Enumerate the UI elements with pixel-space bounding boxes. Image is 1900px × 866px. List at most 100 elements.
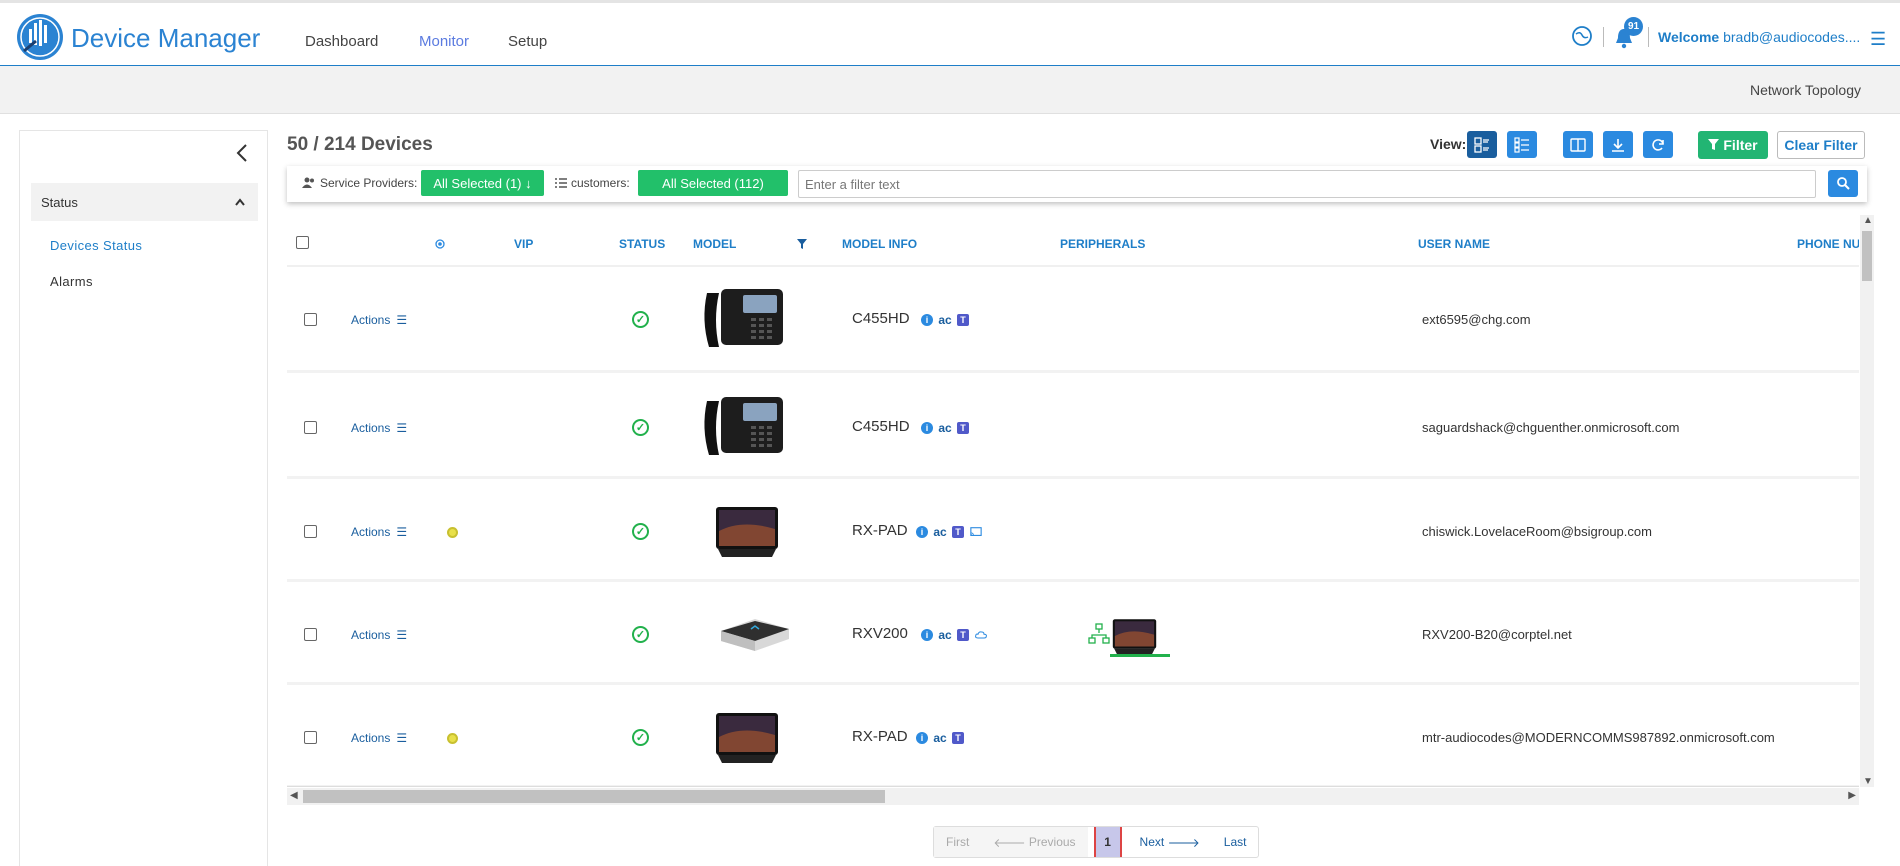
user-name: RXV200-B20@corptel.net <box>1422 627 1572 642</box>
network-topology-title[interactable]: Network Topology <box>1750 82 1861 98</box>
nav-setup[interactable]: Setup <box>508 33 547 50</box>
table-row[interactable]: Actions ☰ ✓ C455HD i ac Text6595@chg.com <box>287 267 1859 373</box>
pagination-page-current[interactable]: 1 <box>1093 827 1122 857</box>
welcome-username: bradb@audiocodes.... <box>1723 29 1861 45</box>
scroll-up-icon[interactable]: ▲ <box>1863 215 1873 226</box>
scroll-left-icon[interactable]: ◀ <box>290 790 298 801</box>
pagination: First 🡐 Previous 1 Next 🡒 Last <box>933 826 1260 858</box>
vertical-scrollbar[interactable]: ▲ ▼ <box>1860 215 1874 787</box>
table-row[interactable]: Actions ☰ ✓ RX-PAD i ac Tmtr-audiocodes@MODERN… <box>287 688 1859 786</box>
info-icon[interactable]: i <box>921 314 933 326</box>
scroll-right-icon[interactable]: ▶ <box>1848 790 1856 801</box>
card-view-icon <box>1474 136 1489 153</box>
info-icon[interactable]: i <box>916 732 928 744</box>
actions-menu[interactable]: Actions ☰ <box>351 313 407 327</box>
actions-menu[interactable]: Actions ☰ <box>351 628 407 642</box>
select-all-checkbox[interactable] <box>296 236 309 249</box>
sidebar-item-devices-status[interactable]: Devices Status <box>50 238 142 253</box>
model-image <box>712 501 782 568</box>
row-checkbox[interactable] <box>304 628 317 641</box>
chevron-left-icon[interactable] <box>235 143 249 163</box>
nav-monitor[interactable]: Monitor <box>419 33 469 50</box>
column-peripherals[interactable]: PERIPHERALS <box>1060 237 1145 251</box>
funnel-icon[interactable] <box>797 239 807 250</box>
download-icon <box>1612 138 1624 152</box>
column-model[interactable]: MODEL <box>693 237 736 251</box>
info-icon[interactable]: i <box>921 629 933 641</box>
arrow-down-icon: ↓ <box>525 175 532 191</box>
column-vip[interactable]: VIP <box>514 237 533 251</box>
view-card-button[interactable] <box>1467 131 1497 158</box>
pagination-next[interactable]: Next 🡒 <box>1128 827 1212 857</box>
model-name: C455HD <box>852 418 910 435</box>
model-info-icons: i ac T <box>921 628 987 642</box>
network-icon[interactable] <box>1088 623 1110 645</box>
table-row[interactable]: Actions ☰ ✓ C455HD i ac Tsaguardshack@chguenth… <box>287 376 1859 479</box>
row-checkbox[interactable] <box>304 525 317 538</box>
sidebar: Status Devices Status Alarms <box>19 130 268 866</box>
search-button[interactable] <box>1828 170 1858 197</box>
filter-text-input[interactable] <box>798 170 1816 198</box>
header-separator <box>1648 27 1649 47</box>
refresh-button[interactable] <box>1643 131 1673 158</box>
actions-label: Actions <box>351 313 391 327</box>
nav-dashboard[interactable]: Dashboard <box>305 33 378 50</box>
audiocodes-icon: ac <box>933 731 947 745</box>
actions-label: Actions <box>351 628 391 642</box>
user-name: chiswick.LovelaceRoom@bsigroup.com <box>1422 524 1652 539</box>
device-count: 50 / 214 Devices <box>287 134 433 155</box>
pagination-last[interactable]: Last <box>1212 827 1259 857</box>
view-list-button[interactable] <box>1507 131 1537 158</box>
globe-icon[interactable] <box>1571 25 1593 47</box>
table-row[interactable]: Actions ☰ ✓ RX-PAD i ac Tchiswick.LovelaceRoom… <box>287 482 1859 582</box>
row-checkbox[interactable] <box>304 421 317 434</box>
row-checkbox[interactable] <box>304 731 317 744</box>
model-info-icons: i ac T <box>916 525 982 539</box>
clear-filter-button[interactable]: Clear Filter <box>1777 131 1865 159</box>
teams-icon: T <box>952 526 964 538</box>
column-status[interactable]: STATUS <box>619 237 665 251</box>
scroll-down-icon[interactable]: ▼ <box>1863 776 1873 787</box>
horizontal-scroll-thumb[interactable] <box>303 790 885 803</box>
hamburger-icon: ☰ <box>396 421 408 435</box>
download-button[interactable] <box>1603 131 1633 158</box>
info-icon[interactable]: i <box>921 422 933 434</box>
status-section-header[interactable]: Status <box>31 183 258 221</box>
peripheral-rx-pad[interactable] <box>1110 615 1180 682</box>
horizontal-scrollbar[interactable]: ◀ ▶ <box>287 788 1859 805</box>
column-model-info[interactable]: MODEL INFO <box>842 237 917 251</box>
service-providers-select[interactable]: All Selected (1) ↓ <box>421 170 544 196</box>
status-ok-icon: ✓ <box>632 419 649 436</box>
model-image <box>699 393 789 468</box>
actions-menu[interactable]: Actions ☰ <box>351 731 407 745</box>
columns-button[interactable] <box>1563 131 1593 158</box>
info-icon[interactable]: i <box>916 526 928 538</box>
model-info-icons: i ac T <box>921 313 969 327</box>
notification-badge: 91 <box>1624 17 1643 36</box>
customers-select[interactable]: All Selected (112) <box>638 170 788 196</box>
teams-icon: T <box>957 629 969 641</box>
hamburger-menu-icon[interactable]: ☰ <box>1870 29 1886 50</box>
vertical-scroll-thumb[interactable] <box>1862 231 1872 281</box>
filter-button[interactable]: Filter <box>1698 131 1768 159</box>
service-providers-value: All Selected (1) <box>433 175 522 191</box>
columns-icon <box>1570 137 1586 152</box>
pagination-previous[interactable]: 🡐 Previous <box>981 827 1088 857</box>
actions-label: Actions <box>351 731 391 745</box>
welcome-user[interactable]: Welcome bradb@audiocodes.... <box>1658 29 1860 45</box>
welcome-label: Welcome <box>1658 29 1720 45</box>
table-row[interactable]: Actions ☰ ✓ RXV200 i ac T RXV200-B20@corptel.ne… <box>287 585 1859 685</box>
user-name: ext6595@chg.com <box>1422 312 1531 327</box>
search-icon <box>1836 177 1850 190</box>
pagination-first[interactable]: First <box>934 827 982 857</box>
actions-menu[interactable]: Actions ☰ <box>351 421 407 435</box>
actions-menu[interactable]: Actions ☰ <box>351 525 407 539</box>
header-separator <box>1603 27 1604 47</box>
arrow-right-icon: 🡒 <box>1167 835 1200 850</box>
sidebar-item-alarms[interactable]: Alarms <box>50 274 93 289</box>
column-phone-number[interactable]: PHONE NUI <box>1797 237 1859 251</box>
chevron-up-icon <box>235 198 245 206</box>
row-checkbox[interactable] <box>304 313 317 326</box>
model-name: RXV200 <box>852 625 908 642</box>
column-user-name[interactable]: USER NAME <box>1418 237 1490 251</box>
